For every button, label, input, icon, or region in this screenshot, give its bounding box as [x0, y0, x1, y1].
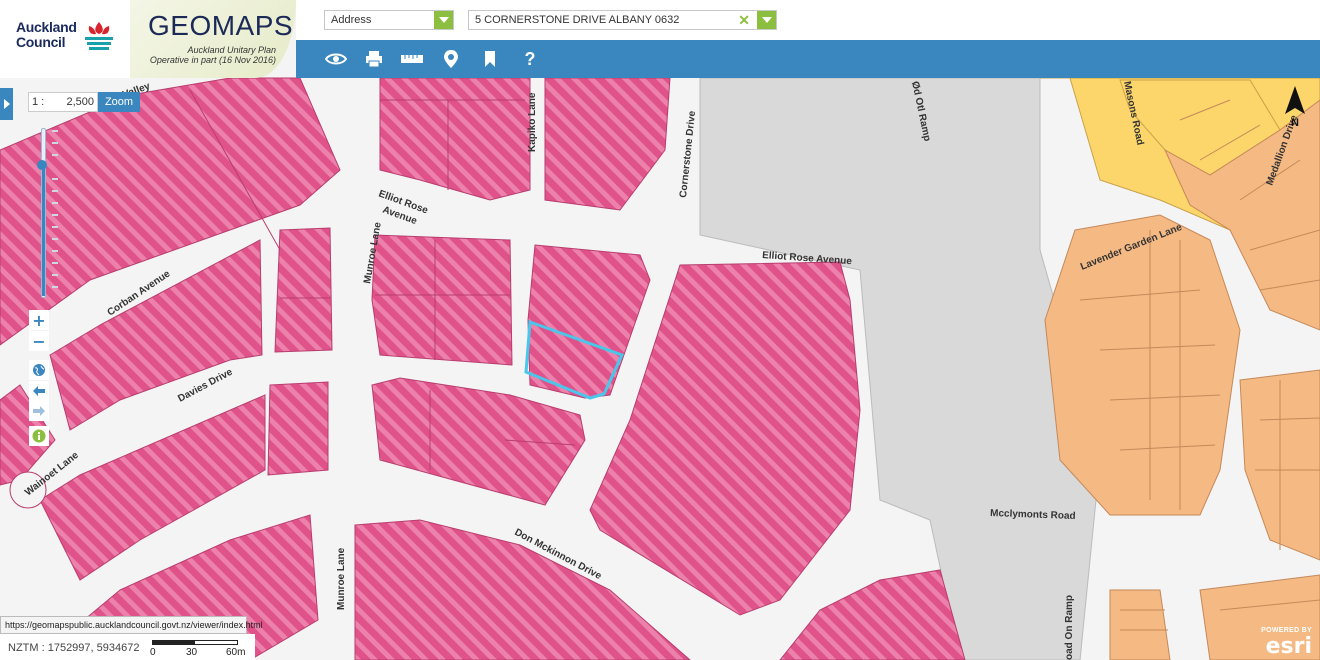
- address-search-input[interactable]: 5 CORNERSTONE DRIVE ALBANY 0632 ✕: [468, 10, 777, 30]
- info-icon: [32, 429, 46, 443]
- council-name-line1: Auckland: [16, 19, 77, 35]
- zoom-out-button[interactable]: −: [29, 331, 49, 351]
- road-label-on-ramp: oad On Ramp: [1064, 595, 1075, 660]
- help-icon[interactable]: ?: [518, 48, 542, 70]
- identify-button[interactable]: [29, 426, 49, 446]
- previous-extent-button[interactable]: [29, 381, 49, 401]
- toolbar: ?: [296, 40, 1320, 78]
- map-canvas[interactable]: Valley Kapiko Lane Cornerstone Drive Ød …: [0, 0, 1320, 660]
- bookmark-icon[interactable]: [478, 48, 502, 70]
- arrow-left-icon: [33, 386, 45, 396]
- council-name-line2: Council: [16, 34, 66, 50]
- coordinates-text: NZTM : 1752997, 5934672: [8, 642, 140, 654]
- eye-icon[interactable]: [324, 48, 348, 70]
- scale-label-30: 30: [186, 647, 198, 658]
- zoom-slider-fill: [42, 164, 45, 296]
- next-extent-button[interactable]: [29, 401, 49, 421]
- zoom-slider[interactable]: [28, 122, 64, 300]
- zoom-out-icon: −: [32, 331, 46, 351]
- scale-value: 2,500: [66, 96, 94, 108]
- powered-by-text: POWERED BY: [1261, 627, 1312, 634]
- chevron-down-icon: [438, 17, 449, 23]
- brand-title: GEOMAPS: [148, 10, 294, 41]
- search-type-select[interactable]: Address: [324, 10, 454, 30]
- scale-prefix: 1 :: [32, 96, 45, 108]
- road-label-munroe-2: Munroe Lane: [336, 547, 347, 610]
- north-arrow-icon: N: [1283, 86, 1307, 134]
- council-emblem-icon: [85, 22, 113, 50]
- clear-icon[interactable]: ✕: [738, 12, 750, 29]
- side-panel-toggle[interactable]: [0, 88, 13, 120]
- ruler-icon[interactable]: [400, 48, 424, 70]
- geomaps-app: Valley Kapiko Lane Cornerstone Drive Ød …: [0, 0, 1320, 660]
- scale-label-0: 0: [150, 647, 156, 658]
- map-pin-icon[interactable]: [439, 48, 463, 70]
- map-svg[interactable]: Valley Kapiko Lane Cornerstone Drive Ød …: [0, 0, 1320, 660]
- svg-text:N: N: [1291, 117, 1299, 129]
- address-dropdown-button[interactable]: [757, 11, 776, 29]
- search-type-value: Address: [331, 14, 372, 26]
- zoom-slider-thumb[interactable]: [37, 160, 47, 170]
- residential-orange-zone: [1044, 214, 1241, 516]
- print-icon[interactable]: [362, 48, 386, 70]
- arrow-right-icon: [33, 406, 45, 416]
- address-search-value: 5 CORNERSTONE DRIVE ALBANY 0632: [475, 14, 680, 26]
- esri-logo-text: esri: [1265, 634, 1312, 659]
- scale-bar-graphic: [152, 640, 238, 645]
- zoom-button[interactable]: Zoom: [98, 92, 140, 112]
- search-bar: Address 5 CORNERSTONE DRIVE ALBANY 0632 …: [296, 0, 1320, 40]
- council-logo[interactable]: Auckland Council: [0, 0, 131, 78]
- geomaps-branding: GEOMAPS Auckland Unitary Plan Operative …: [130, 0, 296, 78]
- plan-subtitle: Auckland Unitary Plan: [187, 45, 276, 55]
- council-name: Auckland Council: [16, 20, 86, 50]
- scale-label-60: 60m: [226, 647, 246, 658]
- road-label-kapiko: Kapiko Lane: [527, 92, 538, 152]
- zoom-in-icon: +: [32, 310, 46, 330]
- plan-status: Operative in part (16 Nov 2016): [149, 55, 276, 65]
- esri-attribution[interactable]: POWERED BY esri: [1258, 624, 1320, 660]
- search-type-dropdown-button[interactable]: [434, 11, 453, 29]
- url-tooltip: https://geomapspublic.aucklandcouncil.go…: [0, 616, 263, 634]
- zoom-in-button[interactable]: +: [29, 310, 49, 330]
- globe-icon: [33, 364, 45, 376]
- url-text: https://geomapspublic.aucklandcouncil.go…: [5, 620, 263, 630]
- full-extent-button[interactable]: [29, 360, 49, 380]
- scale-bar: 0 30 60m: [150, 640, 250, 660]
- chevron-down-icon: [761, 17, 772, 23]
- chevron-right-icon: [4, 99, 10, 109]
- scale-input[interactable]: 1 : 2,500: [28, 92, 98, 112]
